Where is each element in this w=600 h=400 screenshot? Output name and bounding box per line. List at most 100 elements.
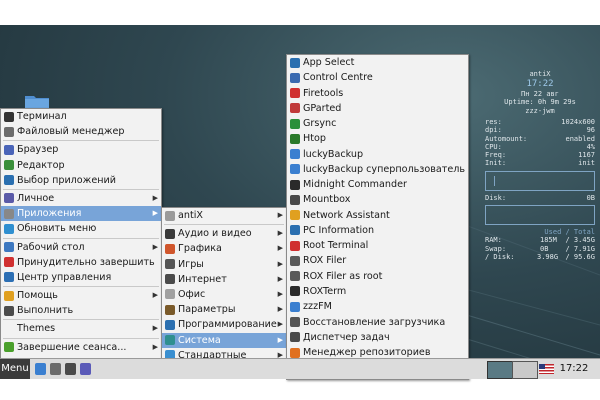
settings-icon (165, 304, 175, 315)
network-assistant-icon (290, 210, 300, 221)
menu-item-internet[interactable]: Интернет ▶ (162, 272, 286, 287)
menu-item-label: Завершение сеанса... (17, 341, 127, 353)
menu-item-gparted[interactable]: GParted (287, 101, 468, 116)
submenu-arrow-icon: ▶ (152, 291, 158, 300)
menu-item-task-manager[interactable]: Диспетчер задач (287, 330, 468, 345)
submenu-arrow-icon: ▶ (152, 324, 158, 333)
menu-item-roxterm[interactable]: ROXTerm (287, 284, 468, 299)
menu-item-grsync[interactable]: Grsync (287, 116, 468, 131)
menu-item-programming[interactable]: Программирование ▶ (162, 317, 286, 332)
menu-item-browser[interactable]: Браузер (1, 142, 161, 157)
browser-launcher-icon[interactable] (80, 363, 91, 375)
submenu-arrow-icon: ▶ (277, 259, 283, 268)
menu-item-settings[interactable]: Параметры ▶ (162, 302, 286, 317)
keyboard-layout-flag-icon[interactable] (539, 361, 554, 377)
menu-item-antix[interactable]: antiX ▶ (162, 208, 286, 223)
menu-item-label: Личное (17, 192, 55, 204)
conky-usage-ram: RAM: 185M/ 3.45G (485, 236, 595, 245)
menu-item-label: Параметры (178, 304, 236, 316)
menu-item-root-terminal[interactable]: Root Terminal (287, 238, 468, 253)
menu-item-firetools[interactable]: Firetools (287, 86, 468, 101)
menu-item-label: Themes (17, 323, 56, 335)
menu-item-label: Аудио и видео (178, 228, 252, 240)
desktop-launcher-icon[interactable] (35, 363, 46, 375)
menu-item-rox-filer[interactable]: ROX Filer (287, 253, 468, 268)
menu-item-label: Рабочий стол (17, 241, 85, 253)
tray-window-thumbnail[interactable] (487, 361, 513, 379)
menu-item-force-kill[interactable]: Принудительно завершить (1, 255, 161, 270)
menu-item-refresh-menu[interactable]: Обновить меню (1, 221, 161, 236)
system-submenu: App Select Control Centre Firetools GParted… (286, 54, 469, 380)
menu-item-label: Офис (178, 288, 206, 300)
menu-item-system[interactable]: Система ▶ (162, 332, 286, 348)
menu-item-control-centre[interactable]: Control Centre (287, 70, 468, 85)
tray-window-thumbnail-2[interactable] (512, 361, 538, 379)
refresh-menu-icon (4, 223, 14, 234)
menu-item-editor[interactable]: Редактор (1, 158, 161, 173)
force-kill-icon (4, 257, 14, 268)
editor-icon (4, 160, 14, 171)
menu-item-label: ROX Filer (303, 255, 347, 267)
menu-item-bootloader-repair[interactable]: Восстановление загрузчика (287, 315, 468, 330)
conky-stat-freq: Freq: 1167 (485, 151, 595, 160)
taskbar-clock[interactable]: 17:22 (555, 359, 593, 379)
menu-item-luckybackup-root[interactable]: luckyBackup суперпользователь (287, 162, 468, 177)
menu-item-zzzfm[interactable]: zzzFM (287, 299, 468, 314)
menu-item-mountbox[interactable]: Mountbox (287, 192, 468, 207)
menu-item-label: Графика (178, 243, 222, 255)
menu-item-control-centre[interactable]: Центр управления (1, 270, 161, 285)
menu-separator (3, 286, 159, 288)
menu-item-games[interactable]: Игры ▶ (162, 257, 286, 272)
menu-item-label: Центр управления (17, 271, 112, 283)
menu-item-run[interactable]: Выполнить (1, 303, 161, 318)
menu-item-label: Firetools (303, 87, 344, 99)
menu-button[interactable]: Menu (0, 359, 30, 379)
menu-item-label: Игры (178, 258, 204, 270)
conky-usage-disk: / Disk: 3.98G/ 95.6G (485, 253, 595, 262)
menu-separator (3, 337, 159, 339)
menu-item-file-manager[interactable]: Файловый менеджер (1, 124, 161, 139)
menu-item-network-assistant[interactable]: Network Assistant (287, 208, 468, 223)
menu-item-applications[interactable]: Приложения ▶ (1, 206, 161, 222)
bootloader-repair-icon (290, 317, 300, 328)
grsync-icon (290, 118, 300, 129)
menu-item-logout[interactable]: Завершение сеанса... ▶ (1, 340, 161, 355)
graphics-icon (165, 243, 175, 254)
menu-item-rox-filer-root[interactable]: ROX Filer as root (287, 269, 468, 284)
menu-item-help[interactable]: Помощь ▶ (1, 288, 161, 303)
repo-manager-icon (290, 347, 300, 358)
roxterm-icon (290, 286, 300, 297)
menu-item-desktop[interactable]: Рабочий стол ▶ (1, 240, 161, 255)
menu-item-luckybackup[interactable]: luckyBackup (287, 147, 468, 162)
menu-item-office[interactable]: Офис ▶ (162, 287, 286, 302)
menu-item-pc-information[interactable]: PC Information (287, 223, 468, 238)
menu-item-themes[interactable]: Themes ▶ (1, 321, 161, 336)
menu-item-label: Помощь (17, 290, 58, 302)
pc-information-icon (290, 225, 300, 236)
menu-item-label: luckyBackup суперпользователь (303, 163, 466, 175)
menu-item-label: PC Information (303, 224, 375, 236)
menu-item-label: ROXTerm (303, 285, 347, 297)
menu-item-label: Файловый менеджер (17, 126, 125, 138)
menu-item-app-select[interactable]: App Select (287, 55, 468, 70)
menu-item-midnight-commander[interactable]: Midnight Commander (287, 177, 468, 192)
root-terminal-icon (290, 240, 300, 251)
menu-item-app-select[interactable]: Выбор приложений (1, 173, 161, 188)
menu-item-graphics[interactable]: Графика ▶ (162, 241, 286, 256)
submenu-arrow-icon: ▶ (277, 335, 283, 344)
menu-separator (164, 224, 284, 226)
conky-uptime: Uptime: 0h 9m 29s (504, 98, 576, 106)
conky-date: Пн 22 авг (521, 89, 559, 98)
control-centre-icon (4, 272, 14, 283)
file-manager-launcher-icon[interactable] (50, 363, 61, 375)
gparted-icon (290, 103, 300, 114)
menu-item-audio-video[interactable]: Аудио и видео ▶ (162, 226, 286, 241)
terminal-launcher-icon[interactable] (65, 363, 76, 375)
menu-item-label: Программирование (178, 319, 277, 331)
menu-item-terminal[interactable]: Терминал (1, 109, 161, 124)
conky-stats: res: 1024x600 dpi: 96 Automount: enabled CP… (485, 118, 595, 168)
menu-item-htop[interactable]: Htop (287, 131, 468, 146)
menu-item-label: Mountbox (303, 194, 351, 206)
menu-item-personal[interactable]: Личное ▶ (1, 191, 161, 206)
submenu-arrow-icon: ▶ (152, 209, 158, 218)
